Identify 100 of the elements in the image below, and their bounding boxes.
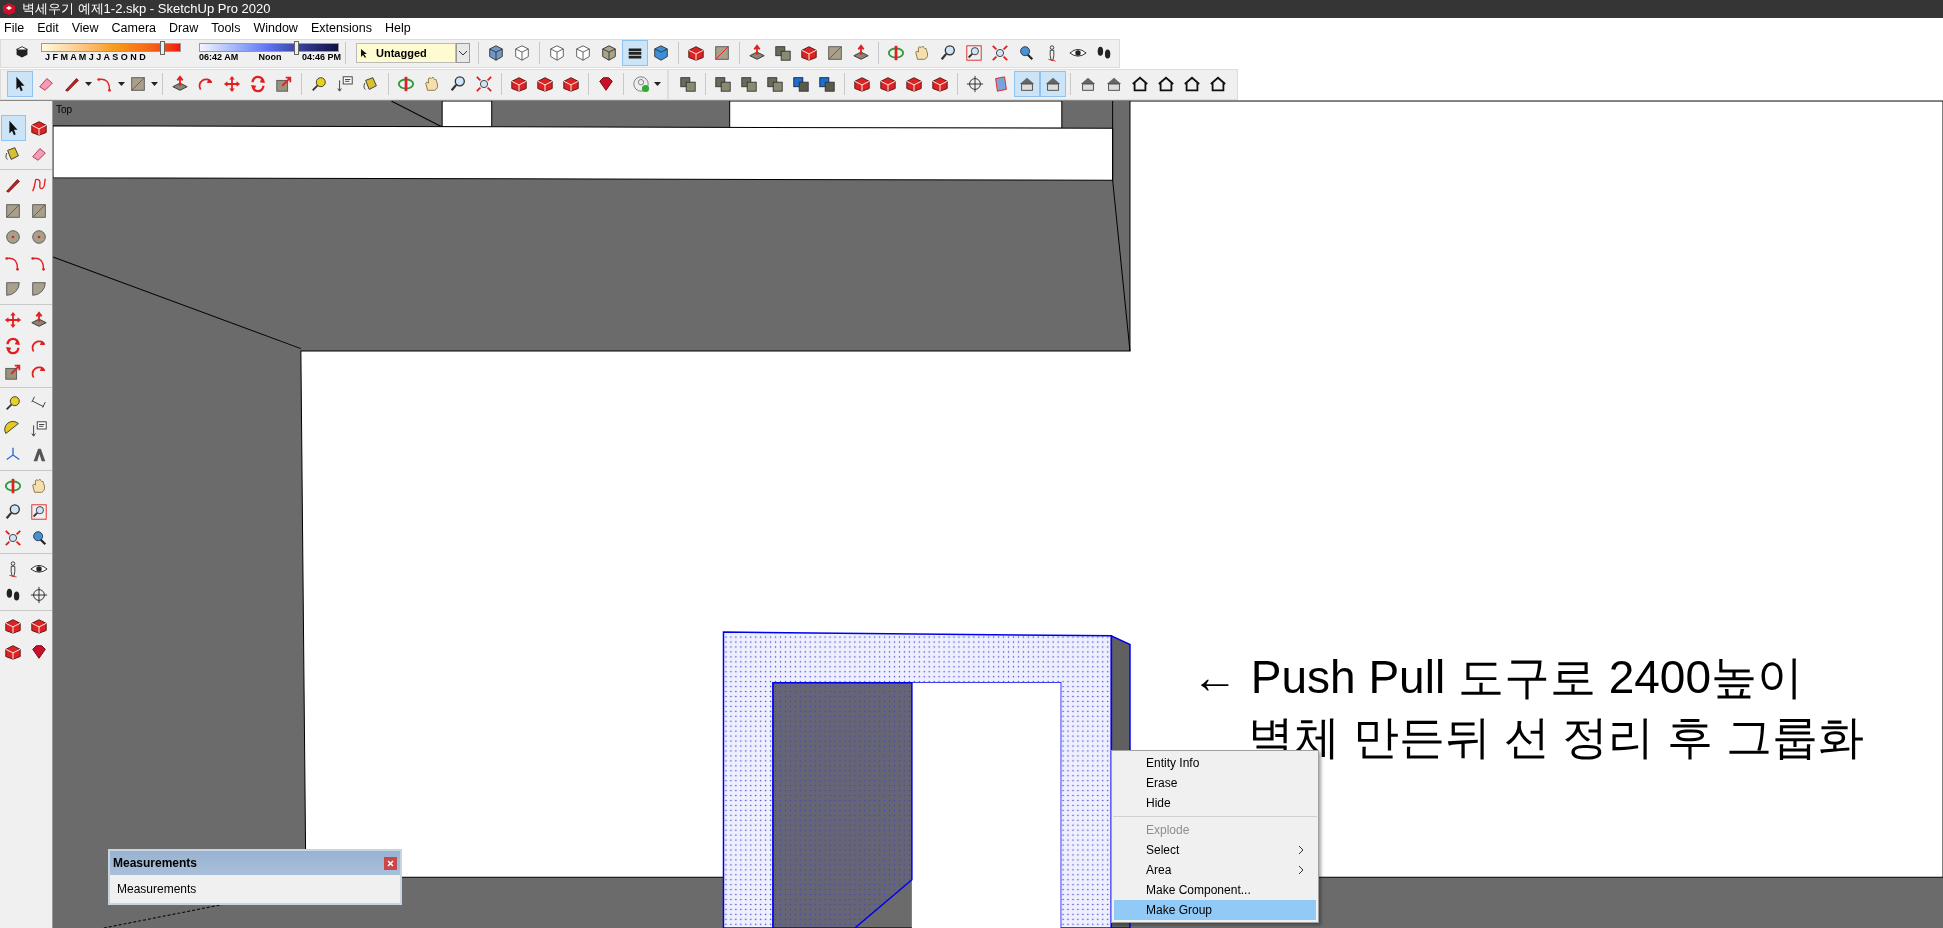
circle-icon: [4, 228, 23, 246]
menu-item[interactable]: Extensions: [310, 18, 373, 38]
house-icon: [1183, 75, 1201, 93]
close-icon: [387, 859, 394, 867]
box-icon: [4, 643, 23, 661]
chevron-down-icon: [459, 50, 467, 56]
text-label-icon: [336, 75, 354, 93]
menu-item[interactable]: Hide: [1114, 793, 1316, 813]
cube-icon: [548, 44, 566, 62]
stacked-squares-icon: [818, 75, 836, 93]
rectangle-icon: [826, 44, 844, 62]
gem-icon: [597, 75, 615, 93]
gem-icon: [29, 643, 48, 661]
menu-item[interactable]: View: [71, 18, 99, 38]
measurements-label: Measurements: [117, 881, 197, 898]
toolbar-button[interactable]: [7, 71, 33, 97]
caret-icon[interactable]: [151, 82, 158, 86]
orbit-icon: [887, 44, 905, 62]
menu-item[interactable]: File: [4, 18, 25, 38]
time-slider[interactable]: [199, 43, 339, 52]
zoom-window-icon: [29, 503, 48, 521]
box-icon: [931, 75, 949, 93]
push-pull-icon: [748, 44, 766, 62]
slider-thumb[interactable]: [160, 41, 166, 55]
caret-icon[interactable]: [118, 82, 125, 86]
rotate-arrows-icon: [249, 75, 267, 93]
rotate-arrows-icon: [4, 337, 23, 355]
circle-icon: [29, 228, 48, 246]
cube-icon: [513, 44, 531, 62]
noon-label: Noon: [258, 52, 282, 63]
cube-icon: [600, 44, 618, 62]
box-icon: [905, 75, 923, 93]
model-view-drawing[interactable]: [53, 101, 1943, 928]
hand-icon: [913, 44, 931, 62]
box-icon: [29, 617, 48, 635]
box-icon: [562, 75, 580, 93]
rectangle-icon: [4, 202, 23, 220]
menu-item[interactable]: Help: [385, 18, 411, 38]
close-button[interactable]: [384, 856, 397, 870]
menu-item[interactable]: Select: [1114, 840, 1316, 860]
house-icon: [1018, 75, 1036, 93]
house-icon: [1157, 75, 1175, 93]
caret-icon[interactable]: [654, 82, 661, 86]
text-label-icon: [29, 420, 48, 438]
arc-icon: [96, 75, 114, 93]
pencil-icon: [4, 176, 23, 194]
month-labels: J F M A M J J A S O N D: [44, 52, 146, 63]
stacked-squares-icon: [714, 75, 732, 93]
push-pull-icon: [852, 44, 870, 62]
scale-icon: [275, 75, 293, 93]
menu-item[interactable]: Area: [1114, 860, 1316, 880]
zoom-extents-icon: [475, 75, 493, 93]
push-pull-icon: [171, 75, 189, 93]
menu-item[interactable]: Edit: [37, 18, 59, 38]
menu-item[interactable]: Make Component...: [1114, 880, 1316, 900]
stacked-squares-icon: [792, 75, 810, 93]
menu-item[interactable]: Camera: [111, 18, 157, 38]
menu-item[interactable]: Entity Info: [1114, 753, 1316, 773]
pie-icon: [4, 280, 23, 298]
eraser-icon: [29, 145, 48, 163]
menu-item[interactable]: Erase: [1114, 773, 1316, 793]
stacked-squares-icon: [774, 44, 792, 62]
annotation-text: ← Push Pull 도구로 2400높이: [1192, 650, 1804, 705]
toolbar-button[interactable]: [622, 40, 648, 66]
dropdown-button[interactable]: [456, 43, 470, 63]
window-title: 벽세우기 예제1-2.skp - SketchUp Pro 2020: [22, 0, 271, 19]
cube-icon: [652, 44, 670, 62]
stacked-squares-icon: [740, 75, 758, 93]
box-icon: [853, 75, 871, 93]
month-slider[interactable]: [41, 43, 181, 52]
box-icon: [536, 75, 554, 93]
toolbar-button[interactable]: [1, 115, 26, 141]
box-icon: [4, 617, 23, 635]
hand-icon: [423, 75, 441, 93]
caret-icon[interactable]: [85, 82, 92, 86]
house-icon: [1079, 75, 1097, 93]
stacked-squares-icon: [679, 75, 697, 93]
arc-icon: [29, 254, 48, 272]
box-icon: [800, 44, 818, 62]
zoom-window-icon: [965, 44, 983, 62]
zoom-extents-icon: [4, 529, 23, 547]
menu-item[interactable]: Make Group: [1114, 900, 1316, 920]
crosshair-icon: [966, 75, 984, 93]
move-arrows-icon: [223, 75, 241, 93]
view-label: Top: [56, 103, 73, 117]
search-icon: [4, 503, 23, 521]
section-plane-icon: [992, 75, 1010, 93]
zoom-extents-icon: [991, 44, 1009, 62]
rectangle-icon: [713, 44, 731, 62]
box-icon: [29, 119, 48, 137]
slider-thumb[interactable]: [293, 41, 299, 55]
eraser-icon: [37, 75, 55, 93]
menu-item[interactable]: Window: [253, 18, 298, 38]
tape-measure-icon: [4, 394, 23, 412]
menu-item[interactable]: Tools: [211, 18, 241, 38]
crosshair-icon: [29, 586, 48, 604]
rectangle-icon: [29, 202, 48, 220]
tag-dropdown[interactable]: Untagged: [356, 43, 456, 63]
paint-bucket-icon: [362, 75, 380, 93]
menu-item[interactable]: Draw: [169, 18, 199, 38]
